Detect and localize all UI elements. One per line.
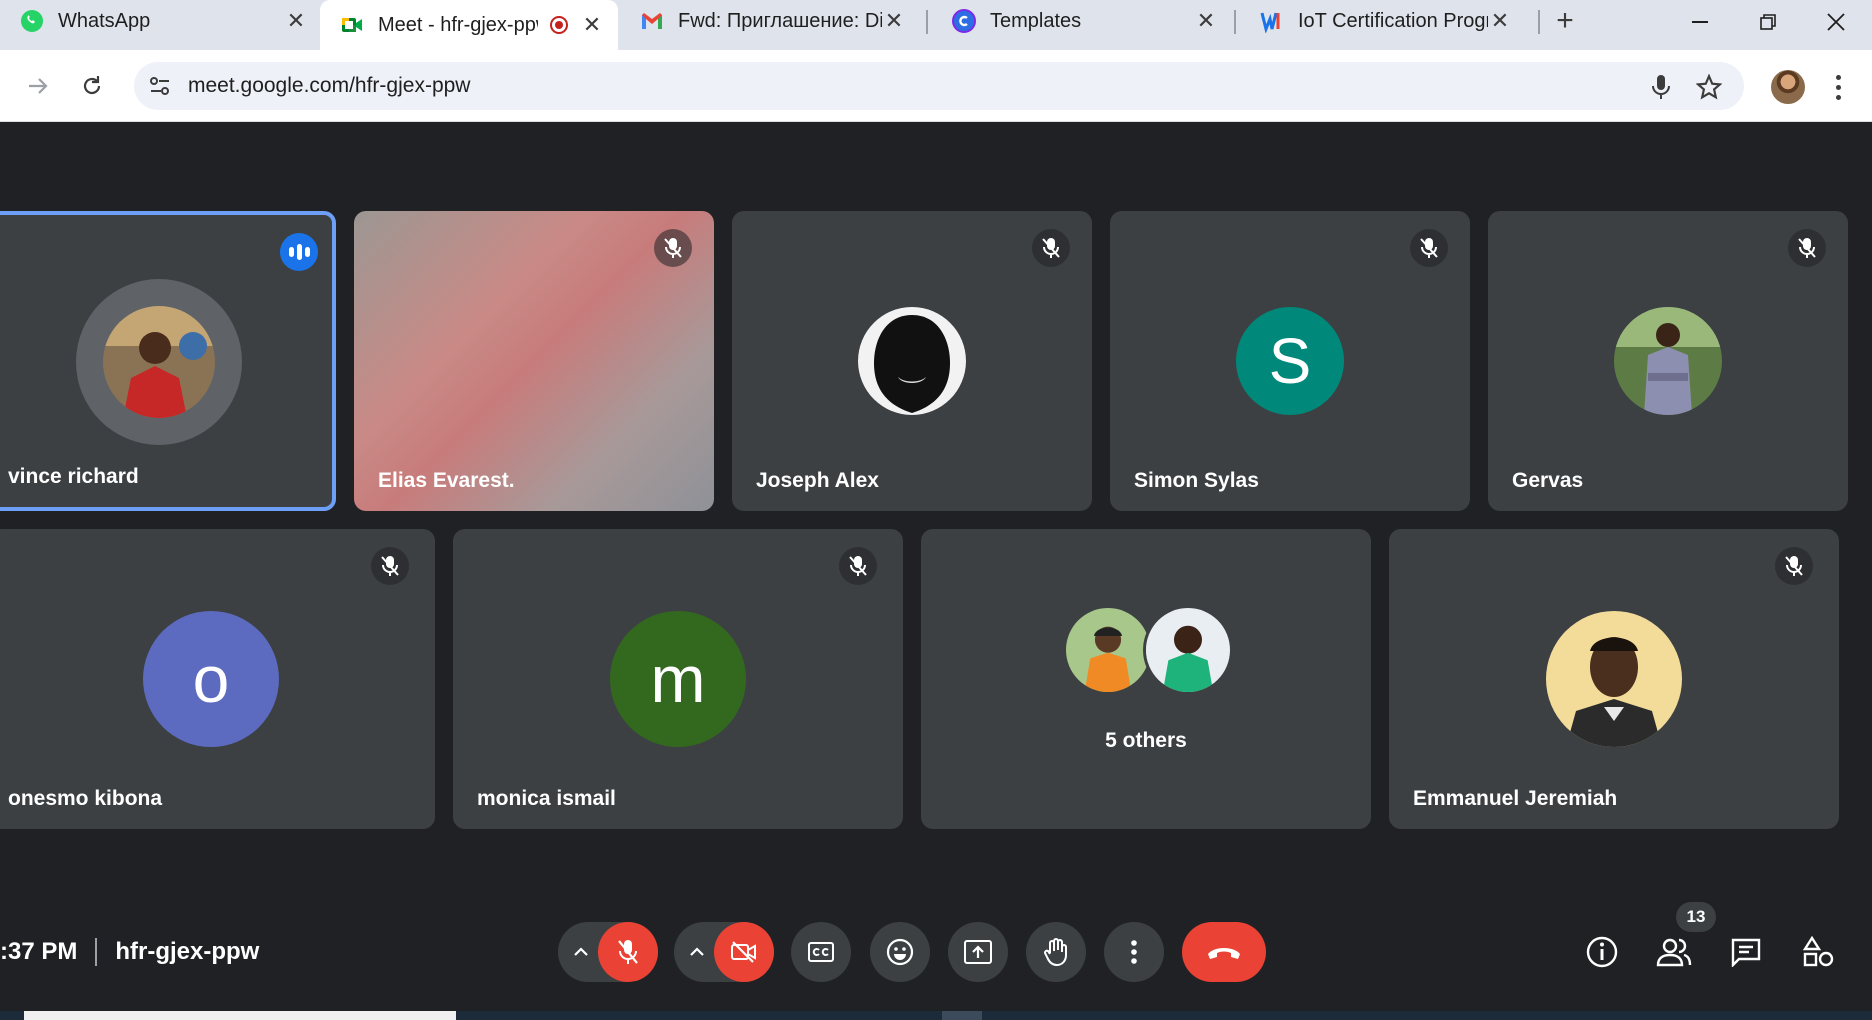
tab-separator — [1234, 10, 1236, 34]
meeting-info: :37 PM hfr-gjex-ppw — [0, 938, 259, 966]
webflow-icon — [1260, 9, 1284, 33]
avatar — [1063, 605, 1153, 695]
tab-title: Fwd: Приглашение: Dian — [678, 9, 882, 32]
captions-button[interactable] — [791, 922, 851, 982]
profile-avatar[interactable] — [1771, 70, 1805, 104]
site-settings-icon[interactable] — [148, 74, 172, 98]
close-icon[interactable]: ✕ — [1194, 8, 1218, 33]
avatar — [1546, 611, 1682, 747]
tab-title: IoT Certification Program — [1298, 9, 1488, 32]
close-icon[interactable]: ✕ — [284, 8, 308, 33]
divider — [95, 938, 98, 966]
taskbar-window-preview[interactable] — [24, 1011, 456, 1020]
meeting-details-icon[interactable] — [1578, 928, 1626, 976]
muted-mic-icon — [1788, 229, 1826, 267]
audio-options-chevron-up-icon[interactable] — [562, 922, 600, 982]
participant-tile[interactable]: Joseph Alex — [732, 211, 1092, 511]
participant-name: vince richard — [8, 465, 139, 488]
close-icon[interactable]: ✕ — [882, 8, 906, 33]
participant-tile[interactable]: S Simon Sylas — [1110, 211, 1470, 511]
recording-icon — [548, 14, 570, 36]
avatar: m — [610, 611, 746, 747]
tab-templates[interactable]: Templates ✕ — [932, 0, 1232, 42]
taskbar — [0, 1011, 1872, 1020]
browser-toolbar: meet.google.com/hfr-gjex-ppw — [0, 50, 1872, 122]
address-bar[interactable]: meet.google.com/hfr-gjex-ppw — [134, 62, 1744, 110]
participant-name: Elias Evarest. — [378, 469, 515, 492]
avatar — [858, 307, 966, 415]
avatar — [1614, 307, 1722, 415]
meeting-stage: vince richard Elias Evarest. Joseph Alex… — [0, 122, 1872, 1020]
participant-name: onesmo kibona — [8, 787, 163, 810]
activities-icon[interactable] — [1794, 928, 1842, 976]
avatar: S — [1236, 307, 1344, 415]
forward-icon[interactable] — [16, 64, 60, 108]
camera-off-button[interactable] — [714, 922, 774, 982]
tab-gmail[interactable]: Fwd: Приглашение: Dian ✕ — [620, 0, 920, 42]
participant-tile[interactable]: o onesmo kibona — [0, 529, 435, 829]
minimize-icon[interactable] — [1670, 4, 1730, 40]
canva-icon — [952, 9, 976, 33]
raise-hand-button[interactable] — [1026, 922, 1086, 982]
participant-name: monica ismail — [477, 787, 616, 810]
bookmark-star-icon[interactable] — [1696, 74, 1722, 100]
avatar — [1143, 605, 1233, 695]
window-close-icon[interactable] — [1806, 4, 1866, 40]
participant-tile[interactable]: vince richard — [0, 211, 336, 511]
muted-mic-icon — [839, 547, 877, 585]
muted-mic-icon — [371, 547, 409, 585]
muted-mic-icon — [1032, 229, 1070, 267]
browser-menu-icon[interactable] — [1826, 72, 1850, 102]
participant-name: Simon Sylas — [1134, 469, 1259, 492]
participant-tile[interactable]: Gervas — [1488, 211, 1848, 511]
participant-name: Gervas — [1512, 469, 1584, 492]
new-tab-button[interactable]: + — [1550, 4, 1580, 37]
tab-separator — [1538, 10, 1540, 34]
close-icon[interactable]: ✕ — [1488, 8, 1512, 33]
taskbar-item[interactable] — [942, 1011, 982, 1020]
tab-title: WhatsApp — [58, 9, 151, 32]
tab-title: Templates — [990, 9, 1082, 32]
participant-tile[interactable]: Elias Evarest. — [354, 211, 714, 511]
tab-separator — [926, 10, 928, 34]
participant-name: Joseph Alex — [756, 469, 879, 492]
tab-iot-certification[interactable]: IoT Certification Program ✕ — [1240, 0, 1526, 42]
reactions-button[interactable] — [870, 922, 930, 982]
browser-tabstrip: WhatsApp ✕ Meet - hfr-gjex-ppw ✕ Fwd: Пр… — [0, 0, 1872, 50]
url-text[interactable]: meet.google.com/hfr-gjex-ppw — [188, 74, 470, 98]
gmail-icon — [640, 9, 664, 33]
tab-meet[interactable]: Meet - hfr-gjex-ppw ✕ — [320, 0, 618, 50]
tab-title: Meet - hfr-gjex-ppw — [378, 13, 538, 36]
muted-mic-icon — [654, 229, 692, 267]
avatar: o — [143, 611, 279, 747]
others-count-label: 5 others — [1105, 729, 1187, 752]
muted-mic-icon — [1410, 229, 1448, 267]
more-options-button[interactable] — [1104, 922, 1164, 982]
microphone-icon[interactable] — [1648, 74, 1674, 100]
chat-icon[interactable] — [1722, 928, 1770, 976]
meeting-code: hfr-gjex-ppw — [115, 938, 260, 965]
participant-name: Emmanuel Jeremiah — [1413, 787, 1618, 810]
avatar — [76, 279, 242, 445]
speaking-indicator-icon — [280, 233, 318, 271]
present-screen-button[interactable] — [948, 922, 1008, 982]
participant-tile[interactable]: m monica ismail — [453, 529, 903, 829]
reload-icon[interactable] — [70, 64, 114, 108]
microphone-off-button[interactable] — [598, 922, 658, 982]
others-tile[interactable]: 5 others — [921, 529, 1371, 829]
people-icon[interactable] — [1650, 928, 1698, 976]
google-meet-icon — [340, 13, 364, 37]
whatsapp-icon — [20, 9, 44, 33]
restore-icon[interactable] — [1738, 4, 1798, 40]
tab-whatsapp[interactable]: WhatsApp ✕ — [0, 0, 322, 42]
muted-mic-icon — [1775, 547, 1813, 585]
video-options-chevron-up-icon[interactable] — [678, 922, 716, 982]
participant-tile[interactable]: Emmanuel Jeremiah — [1389, 529, 1839, 829]
leave-call-button[interactable] — [1182, 922, 1266, 982]
close-icon[interactable]: ✕ — [580, 12, 604, 37]
meeting-time: :37 PM — [0, 938, 78, 965]
